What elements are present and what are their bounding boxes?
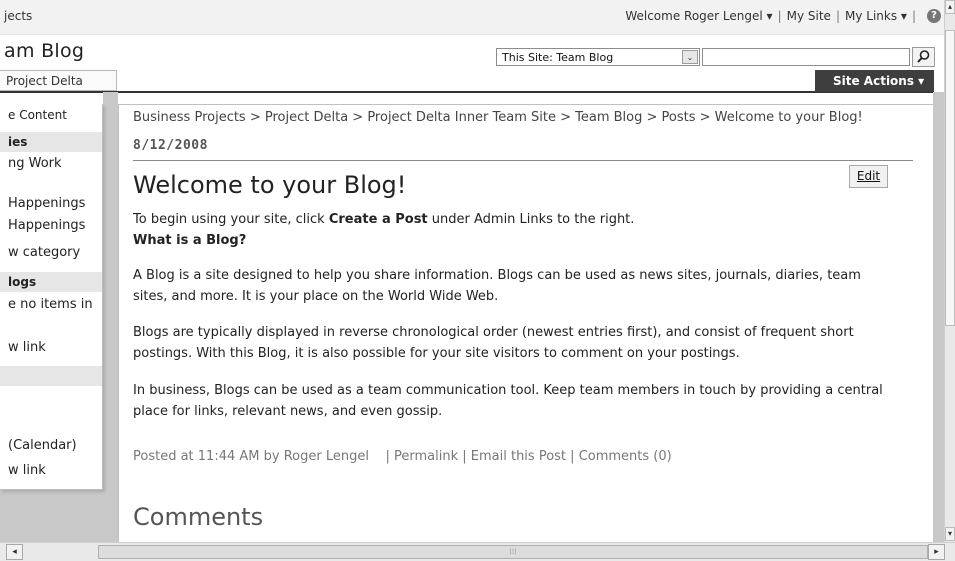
nav-item-category[interactable]: Happenings [8, 196, 85, 211]
post-footer: Posted at 11:44 AM by Roger Lengel | Per… [133, 449, 672, 464]
nav-item-empty-message: e no items in [8, 297, 93, 312]
quick-launch: e Content ies ng Work Happenings Happeni… [0, 104, 103, 490]
global-breadcrumb[interactable]: jects [4, 9, 32, 23]
nav-item-add-link[interactable]: w link [8, 340, 46, 355]
chevron-down-icon: ▾ [900, 9, 907, 23]
tab-project-delta[interactable]: Project Delta [0, 70, 117, 91]
scroll-left-button[interactable]: ◂ [6, 544, 23, 560]
separator: | [777, 9, 782, 23]
nav-heading-other-blogs[interactable]: logs [0, 272, 102, 292]
comments-heading: Comments [133, 503, 264, 531]
nav-item-view-all-content[interactable]: e Content [8, 108, 67, 122]
permalink-link[interactable]: Permalink [394, 449, 458, 464]
search-input[interactable] [702, 48, 910, 66]
intro-bold: Create a Post [328, 212, 428, 227]
page-gutter [103, 92, 118, 542]
post-paragraph: A Blog is a site designed to help you sh… [133, 268, 861, 304]
post-title: Welcome to your Blog! [133, 171, 407, 199]
chevron-down-icon[interactable]: ⌄ [682, 50, 698, 64]
separator: | [835, 9, 840, 23]
nav-heading-categories[interactable]: ies [0, 132, 102, 152]
scroll-up-button[interactable]: ▴ [945, 0, 955, 14]
tab-divider [0, 91, 934, 93]
site-title[interactable]: am Blog [4, 40, 84, 62]
intro-text: under Admin Links to the right. [427, 212, 635, 227]
help-icon[interactable]: ? [927, 8, 941, 23]
nav-item-calendar[interactable]: (Calendar) [8, 438, 77, 453]
my-site-link[interactable]: My Site [787, 9, 831, 23]
welcome-menu[interactable]: Welcome Roger Lengel ▾ [625, 9, 772, 23]
nav-item-add-link[interactable]: w link [8, 463, 46, 478]
comments-link[interactable]: Comments (0) [579, 449, 672, 464]
divider [133, 160, 913, 161]
page-gutter [933, 92, 944, 542]
intro-text: To begin using your site, click [133, 212, 329, 227]
posted-by: Posted at 11:44 AM by Roger Lengel [133, 449, 369, 464]
search-icon [917, 50, 930, 63]
post-date: 8/12/2008 [133, 138, 208, 153]
post-subheading: What is a Blog? [133, 233, 247, 248]
nav-heading-links[interactable] [0, 366, 102, 386]
separator: | [911, 9, 916, 23]
welcome-label: Welcome Roger Lengel [625, 9, 763, 23]
horizontal-scroll-thumb[interactable]: ⁞⁞⁞ [98, 545, 928, 559]
search-button[interactable] [912, 47, 935, 67]
vertical-scroll-thumb[interactable] [945, 30, 955, 326]
my-links-menu[interactable]: My Links ▾ [845, 9, 907, 23]
user-links: Welcome Roger Lengel ▾ | My Site | My Links … [625, 8, 941, 24]
chevron-down-icon: ▾ [766, 9, 773, 23]
site-actions-menu[interactable]: Site Actions ▾ [815, 70, 934, 92]
my-links-label: My Links [844, 9, 898, 23]
nav-item-add-category[interactable]: w category [8, 245, 80, 260]
search-scope-value: This Site: Team Blog [502, 51, 614, 64]
scroll-right-button[interactable]: ▸ [928, 544, 945, 560]
search-scope-select[interactable]: This Site: Team Blog ⌄ [496, 48, 700, 66]
breadcrumb[interactable]: Business Projects > Project Delta > Proj… [133, 110, 863, 125]
scroll-down-button[interactable]: ▾ [945, 527, 955, 541]
nav-item-category[interactable]: ng Work [8, 156, 62, 171]
post-paragraph: In business, Blogs can be used as a team… [133, 383, 883, 419]
post-paragraph: Blogs are typically displayed in reverse… [133, 325, 854, 361]
page-gutter [0, 489, 118, 542]
edit-button[interactable]: Edit [849, 165, 888, 188]
post-intro: To begin using your site, click Create a… [133, 209, 893, 251]
email-post-link[interactable]: Email this Post [471, 449, 566, 464]
nav-item-category[interactable]: Happenings [8, 218, 85, 233]
